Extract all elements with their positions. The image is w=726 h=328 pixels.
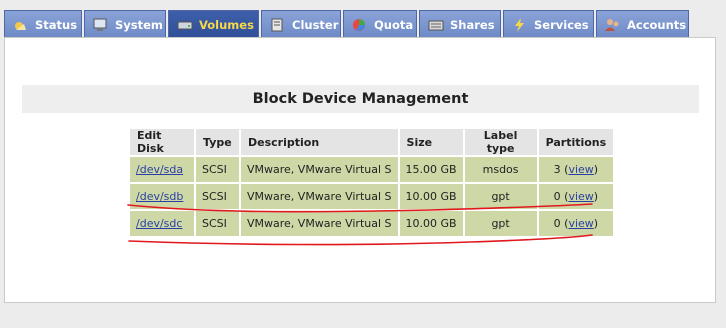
page-title: Block Device Management [252,91,469,107]
tab-accounts[interactable]: Accounts [596,10,689,38]
partition-count: 3 [553,163,561,176]
column-header: Description [241,129,398,155]
tab-cluster[interactable]: Cluster [261,10,341,38]
size-cell: 10.00 GB [399,211,463,236]
type-cell: SCSI [196,184,239,209]
partition-count: 0 [553,190,561,203]
label-type-cell: gpt [464,184,537,209]
shares-icon [428,18,444,32]
status-icon [13,18,29,32]
type-cell: SCSI [196,157,239,182]
view-partitions-link[interactable]: view [568,163,593,176]
edit-disk-link[interactable]: /dev/sdc [136,217,182,230]
label-type-cell: gpt [464,211,537,236]
table-row: /dev/sdb SCSI VMware, VMware Virtual S 1… [130,184,614,209]
tab-label: Shares [450,17,495,32]
column-header: Size [399,129,463,155]
column-header: Type [196,129,239,155]
view-partitions-link[interactable]: view [568,217,593,230]
size-cell: 15.00 GB [399,157,463,182]
description-cell: VMware, VMware Virtual S [241,157,398,182]
type-cell: SCSI [196,211,239,236]
content-panel: Block Device Management Edit Disk Type D… [4,37,716,303]
tab-label: Status [35,17,78,32]
partitions-cell: 3 (view) [538,157,614,182]
tab-label: Accounts [627,17,687,32]
tab-label: Services [534,17,589,32]
table-header-row: Edit Disk Type Description Size Label ty… [130,129,614,155]
page-title-bar: Block Device Management [22,85,699,113]
tab-system[interactable]: System [84,10,166,38]
tab-bar: Status System Volumes Cluster Quota Shar… [0,0,726,40]
size-cell: 10.00 GB [399,184,463,209]
description-cell: VMware, VMware Virtual S [241,184,398,209]
edit-disk-link[interactable]: /dev/sda [136,163,183,176]
tab-label: Volumes [199,17,254,32]
volumes-icon [177,18,193,32]
tab-status[interactable]: Status [4,10,82,38]
quota-icon [352,18,368,32]
table-row: /dev/sdc SCSI VMware, VMware Virtual S 1… [130,211,614,236]
label-type-cell: msdos [464,157,537,182]
description-cell: VMware, VMware Virtual S [241,211,398,236]
tab-shares[interactable]: Shares [419,10,501,38]
edit-disk-link[interactable]: /dev/sdb [136,190,183,203]
tab-label: Quota [374,17,414,32]
tab-services[interactable]: Services [503,10,594,38]
table-row: /dev/sda SCSI VMware, VMware Virtual S 1… [130,157,614,182]
system-icon [93,18,109,32]
accounts-icon [605,18,621,32]
column-header: Partitions [538,129,614,155]
partition-count: 0 [553,217,561,230]
column-header: Label type [464,129,537,155]
tab-label: Cluster [292,17,339,32]
tab-label: System [115,17,163,32]
tab-volumes[interactable]: Volumes [168,10,259,38]
partitions-cell: 0 (view) [538,184,614,209]
services-icon [512,17,528,32]
view-partitions-link[interactable]: view [568,190,593,203]
tab-quota[interactable]: Quota [343,10,417,38]
block-device-table: Edit Disk Type Description Size Label ty… [128,127,615,238]
cluster-icon [270,18,286,32]
column-header: Edit Disk [130,129,194,155]
partitions-cell: 0 (view) [538,211,614,236]
